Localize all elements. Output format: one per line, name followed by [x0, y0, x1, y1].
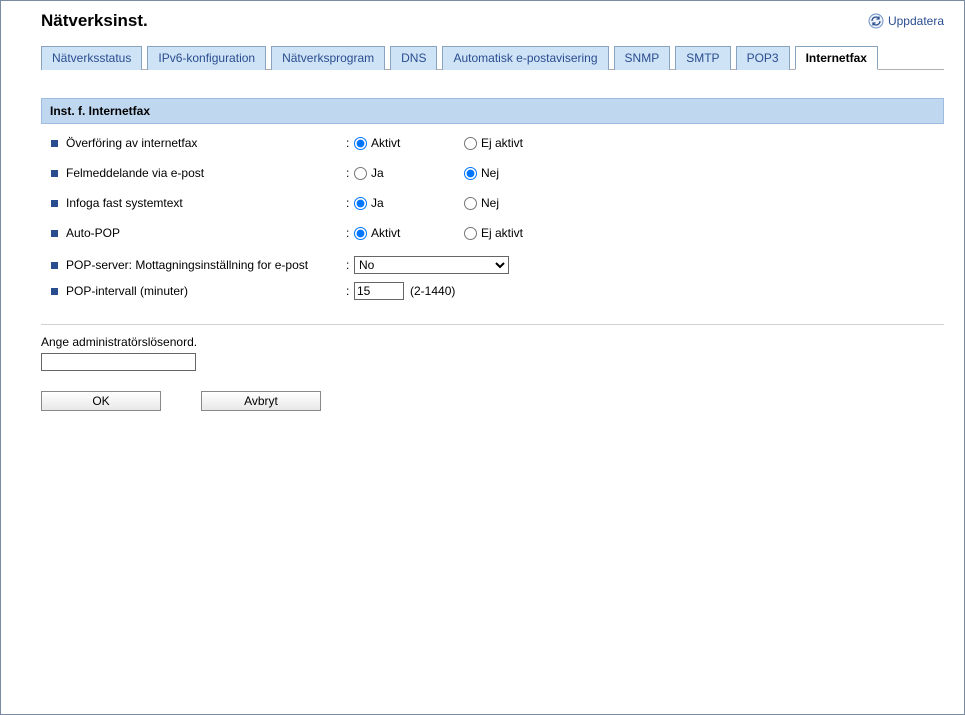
radio-errmail-no[interactable]: Nej [464, 166, 574, 180]
row-transfer: Överföring av internetfax : Aktivt Ej ak… [51, 136, 934, 150]
bullet-icon [51, 262, 58, 269]
tab-ipv6[interactable]: IPv6-konfiguration [147, 46, 266, 70]
radio-autopop-inactive[interactable]: Ej aktivt [464, 226, 574, 240]
tab-dns[interactable]: DNS [390, 46, 437, 70]
password-input[interactable] [41, 353, 196, 371]
row-systext: Infoga fast systemtext : Ja Nej [51, 196, 934, 210]
bullet-icon [51, 140, 58, 147]
row-popinterval: POP-intervall (minuter) : (2-1440) [51, 282, 934, 300]
tab-bar: Nätverksstatus IPv6-konfiguration Nätver… [41, 45, 944, 70]
row-autopop: Auto-POP : Aktivt Ej aktivt [51, 226, 934, 240]
tab-smtp[interactable]: SMTP [675, 46, 730, 70]
tab-natverksstatus[interactable]: Nätverksstatus [41, 46, 142, 70]
label-errmail: Felmeddelande via e-post [66, 166, 346, 180]
section-internetfax: Inst. f. Internetfax Överföring av inter… [41, 98, 944, 314]
tab-pop3[interactable]: POP3 [736, 46, 790, 70]
select-popserver[interactable]: No [354, 256, 509, 274]
radio-transfer-active[interactable]: Aktivt [354, 136, 464, 150]
refresh-button[interactable]: Uppdatera [868, 13, 944, 29]
radio-autopop-active[interactable]: Aktivt [354, 226, 464, 240]
form-body: Överföring av internetfax : Aktivt Ej ak… [41, 124, 944, 314]
ok-button[interactable]: OK [41, 391, 161, 411]
section-heading: Inst. f. Internetfax [41, 98, 944, 124]
radio-systext-yes[interactable]: Ja [354, 196, 464, 210]
label-autopop: Auto-POP [66, 226, 346, 240]
button-row: OK Avbryt [41, 391, 944, 411]
label-popserver: POP-server: Mottagningsinställning for e… [66, 258, 346, 272]
tab-snmp[interactable]: SNMP [614, 46, 671, 70]
label-transfer: Överföring av internetfax [66, 136, 346, 150]
radio-systext-no[interactable]: Nej [464, 196, 574, 210]
password-label: Ange administratörslösenord. [41, 335, 944, 349]
tab-epostavisering[interactable]: Automatisk e-postavisering [442, 46, 608, 70]
password-block: Ange administratörslösenord. [41, 335, 944, 371]
header: Nätverksinst. Uppdatera [1, 1, 964, 31]
tab-internetfax[interactable]: Internetfax [795, 46, 878, 70]
label-systext: Infoga fast systemtext [66, 196, 346, 210]
bullet-icon [51, 200, 58, 207]
bullet-icon [51, 170, 58, 177]
cancel-button[interactable]: Avbryt [201, 391, 321, 411]
row-errmail: Felmeddelande via e-post : Ja Nej [51, 166, 934, 180]
refresh-icon [868, 13, 884, 29]
hint-popinterval: (2-1440) [410, 284, 455, 298]
radio-errmail-yes[interactable]: Ja [354, 166, 464, 180]
bullet-icon [51, 288, 58, 295]
separator [41, 324, 944, 325]
app-frame: Nätverksinst. Uppdatera Nätverksstatus I… [0, 0, 965, 715]
page-title: Nätverksinst. [41, 11, 148, 31]
input-popinterval[interactable] [354, 282, 404, 300]
label-popinterval: POP-intervall (minuter) [66, 284, 346, 298]
tab-natverksprogram[interactable]: Nätverksprogram [271, 46, 385, 70]
bullet-icon [51, 230, 58, 237]
radio-transfer-inactive[interactable]: Ej aktivt [464, 136, 574, 150]
row-popserver: POP-server: Mottagningsinställning for e… [51, 256, 934, 274]
refresh-label: Uppdatera [888, 14, 944, 28]
